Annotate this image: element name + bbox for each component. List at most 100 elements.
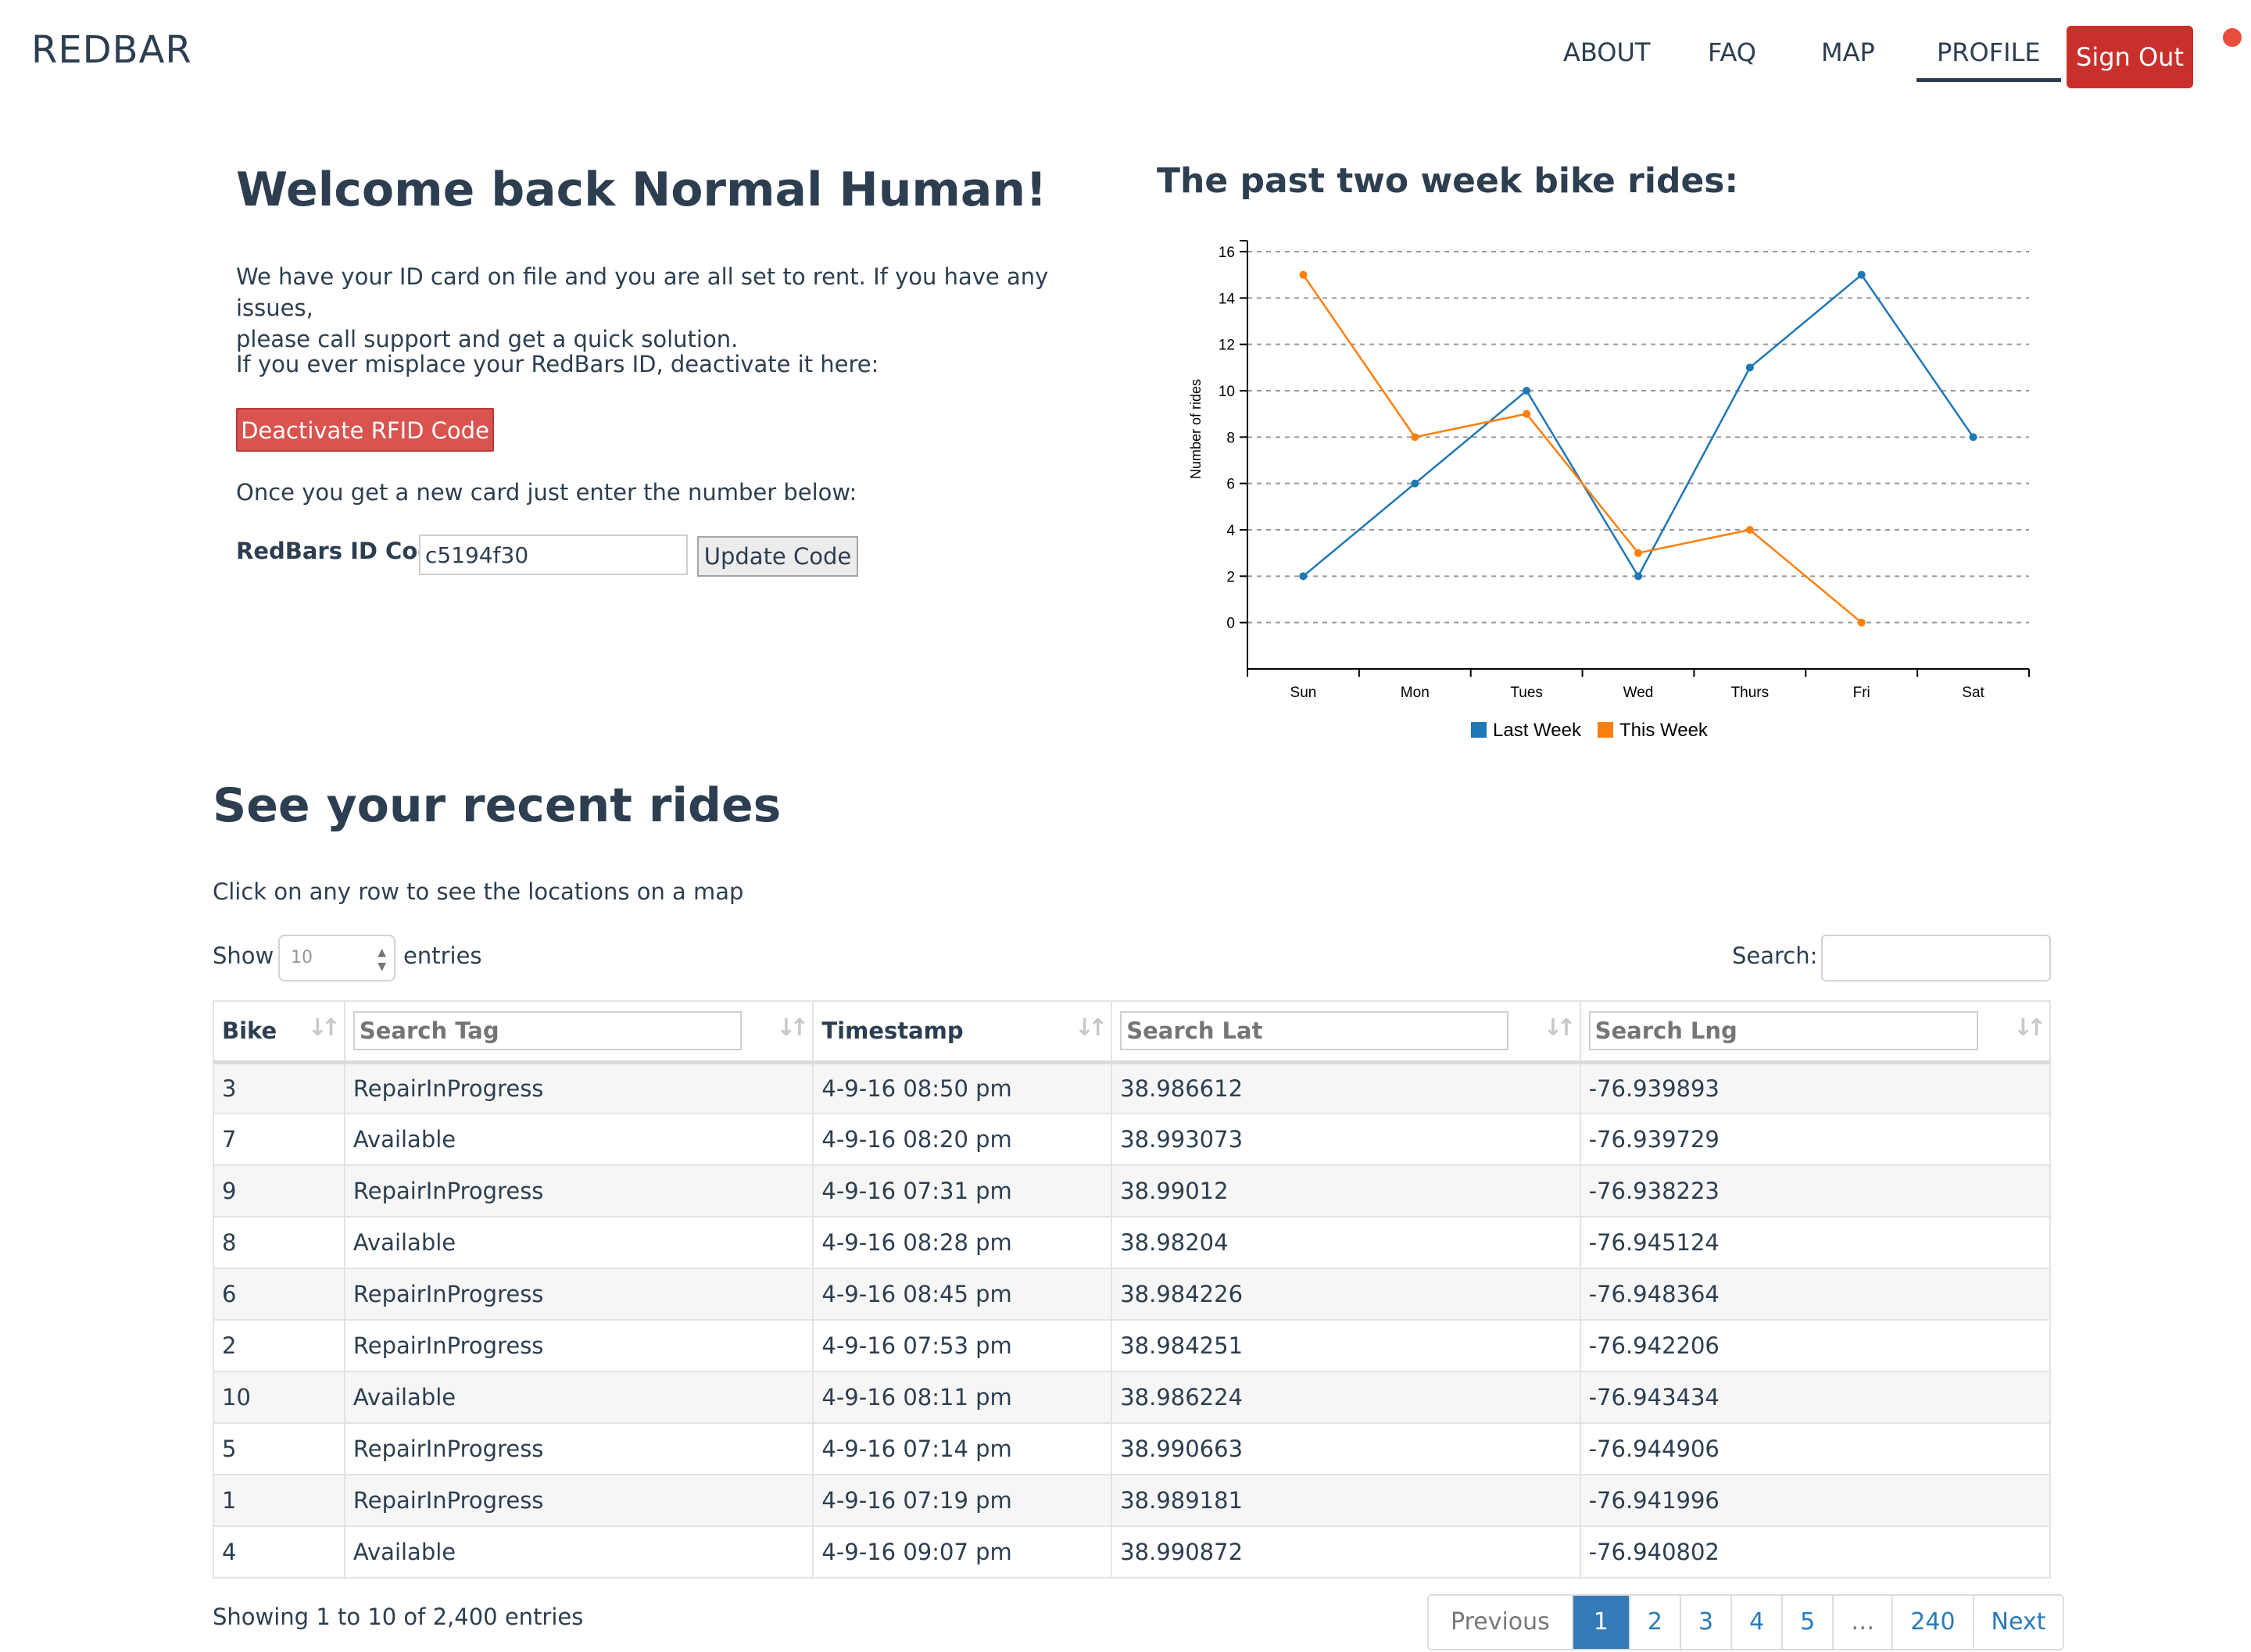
- cell-timestamp: 4-9-16 07:19 pm: [812, 1474, 1113, 1527]
- cell-lng: -76.938223: [1579, 1164, 2052, 1218]
- pagination-page-240[interactable]: 240: [1891, 1596, 1973, 1649]
- entries-label: entries: [403, 942, 482, 969]
- pagination-page-1[interactable]: 1: [1571, 1596, 1629, 1649]
- sort-icon: ↓↑: [776, 1014, 809, 1042]
- data-point: [1745, 526, 1754, 534]
- entries-select-value: 10: [291, 948, 313, 967]
- rides-title: See your recent rides: [213, 778, 782, 833]
- data-point: [1745, 363, 1754, 372]
- cell-timestamp: 4-9-16 08:45 pm: [812, 1268, 1113, 1321]
- cell-lng: -76.942206: [1579, 1319, 2052, 1372]
- data-point: [1411, 479, 1419, 488]
- cell-bike: 10: [213, 1371, 345, 1424]
- x-tick-label: Sun: [1290, 685, 1317, 701]
- navbar: REDBAR ABOUT FAQ MAP PROFILE Sign Out: [0, 0, 2251, 109]
- x-tick-label: Tues: [1510, 685, 1543, 701]
- table-row[interactable]: 4 Available 4-9-16 09:07 pm 38.990872 -76.94…: [213, 1525, 2052, 1579]
- y-tick-label: 12: [1219, 338, 1235, 354]
- data-point: [1299, 572, 1308, 581]
- pagination-page-2[interactable]: 2: [1628, 1596, 1680, 1649]
- table-row[interactable]: 2 RepairInProgress 4-9-16 07:53 pm 38.98425…: [213, 1319, 2052, 1372]
- welcome-paragraph-1-line-1: We have your ID card on file and you are…: [236, 263, 1049, 321]
- table-row[interactable]: 6 RepairInProgress 4-9-16 08:45 pm 38.98422…: [213, 1268, 2052, 1321]
- column-header-lng[interactable]: ↓↑: [1579, 1000, 2052, 1064]
- nav-profile[interactable]: PROFILE: [1916, 38, 2061, 82]
- y-tick-label: 2: [1226, 569, 1235, 585]
- column-header-timestamp-label: Timestamp: [821, 1017, 964, 1045]
- cell-lat: 38.986224: [1111, 1371, 1581, 1424]
- column-header-timestamp[interactable]: Timestamp ↓↑: [812, 1000, 1113, 1064]
- data-point: [1857, 270, 1866, 279]
- search-label: Search:: [1732, 942, 1818, 969]
- cell-tag: RepairInProgress: [343, 1164, 814, 1218]
- pagination-previous-button[interactable]: Previous: [1429, 1596, 1572, 1649]
- table-header-row: Bike ↓↑ ↓↑ Timestamp ↓↑ ↓↑ ↓↑: [213, 1000, 2052, 1064]
- y-tick-label: 16: [1219, 245, 1235, 261]
- series-line-0: [1302, 273, 1974, 578]
- brand-logo[interactable]: REDBAR: [31, 28, 192, 72]
- search-lng-input[interactable]: [1588, 1011, 1978, 1051]
- id-code-input[interactable]: [419, 535, 688, 575]
- pagination-page-3[interactable]: 3: [1679, 1596, 1731, 1649]
- nav-faq[interactable]: FAQ: [1708, 38, 1756, 67]
- column-header-tag[interactable]: ↓↑: [343, 1000, 814, 1064]
- id-code-label: RedBars ID Code: [236, 538, 449, 564]
- pagination-ellipsis: …: [1832, 1596, 1892, 1649]
- cell-bike: 9: [213, 1164, 345, 1218]
- table-row[interactable]: 9 RepairInProgress 4-9-16 07:31 pm 38.99012…: [213, 1164, 2052, 1218]
- cell-tag: Available: [343, 1371, 814, 1424]
- sort-icon: ↓↑: [307, 1014, 341, 1042]
- search-lat-input[interactable]: [1120, 1011, 1508, 1051]
- pagination-page-5[interactable]: 5: [1781, 1596, 1833, 1649]
- sign-out-button[interactable]: Sign Out: [2067, 26, 2193, 88]
- cell-timestamp: 4-9-16 08:50 pm: [812, 1061, 1113, 1114]
- column-header-bike[interactable]: Bike ↓↑: [213, 1000, 345, 1064]
- table-row[interactable]: 5 RepairInProgress 4-9-16 07:14 pm 38.99066…: [213, 1422, 2052, 1475]
- rides-line-chart: 0 2 4 6 8 10 12 14 16 Sun Mon Tues Wed Thurs Fri Sat Num…: [1188, 240, 2030, 741]
- update-code-button[interactable]: Update Code: [697, 536, 858, 577]
- y-tick-label: 10: [1219, 384, 1235, 400]
- cell-lat: 38.984226: [1111, 1268, 1581, 1321]
- data-point: [1523, 409, 1531, 418]
- legend-swatch: [1598, 722, 1613, 738]
- nav-about[interactable]: ABOUT: [1563, 38, 1650, 67]
- cell-lat: 38.990663: [1111, 1422, 1581, 1475]
- data-point: [1634, 572, 1642, 581]
- cell-lng: -76.941996: [1579, 1474, 2052, 1527]
- welcome-paragraph-1: We have your ID card on file and you are…: [236, 261, 1127, 355]
- nav-map[interactable]: MAP: [1821, 38, 1875, 67]
- pagination: Previous 1 2 3 4 5… 240 Next: [1427, 1594, 2065, 1650]
- entries-select[interactable]: 10 ▲ ▼: [278, 935, 395, 982]
- rides-subtitle: Click on any row to see the locations on…: [213, 878, 744, 905]
- search-tag-input[interactable]: [353, 1011, 742, 1051]
- table-row[interactable]: 10 Available 4-9-16 08:11 pm 38.986224 -76.9…: [213, 1371, 2052, 1424]
- cell-lat: 38.98204: [1111, 1216, 1581, 1269]
- pagination-page-4[interactable]: 4: [1730, 1596, 1782, 1649]
- table-row[interactable]: 3 RepairInProgress 4-9-16 08:50 pm 38.98661…: [213, 1061, 2052, 1114]
- sort-icon: ↓↑: [2013, 1014, 2046, 1042]
- cell-tag: RepairInProgress: [343, 1474, 814, 1527]
- cell-tag: Available: [343, 1216, 814, 1269]
- deactivate-rfid-button[interactable]: Deactivate RFID Code: [236, 408, 494, 452]
- column-header-lat[interactable]: ↓↑: [1111, 1000, 1581, 1064]
- cell-lng: -76.939729: [1579, 1113, 2052, 1166]
- table-row[interactable]: 8 Available 4-9-16 08:28 pm 38.98204 -76.945…: [213, 1216, 2052, 1269]
- data-point: [1411, 433, 1419, 442]
- table-row[interactable]: 7 Available 4-9-16 08:20 pm 38.993073 -76.93…: [213, 1113, 2052, 1166]
- y-tick-label: 14: [1219, 291, 1236, 307]
- select-arrows-icon: ▲ ▼: [378, 946, 386, 973]
- sort-icon: ↓↑: [1074, 1014, 1108, 1042]
- legend-label: This Week: [1619, 720, 1709, 741]
- x-tick-label: Sat: [1962, 685, 1984, 701]
- cell-lng: -76.944906: [1579, 1422, 2052, 1475]
- data-point: [1969, 433, 1977, 442]
- cell-lng: -76.939893: [1579, 1061, 2052, 1114]
- series-line-1: [1302, 274, 1863, 624]
- x-tick-label: Fri: [1853, 685, 1870, 701]
- y-tick-label: 6: [1226, 477, 1235, 493]
- table-row[interactable]: 1 RepairInProgress 4-9-16 07:19 pm 38.98918…: [213, 1474, 2052, 1527]
- table-search-input[interactable]: [1821, 935, 2051, 982]
- cell-lat: 38.99012: [1111, 1164, 1581, 1218]
- pagination-next-button[interactable]: Next: [1972, 1596, 2063, 1649]
- cell-lng: -76.945124: [1579, 1216, 2052, 1269]
